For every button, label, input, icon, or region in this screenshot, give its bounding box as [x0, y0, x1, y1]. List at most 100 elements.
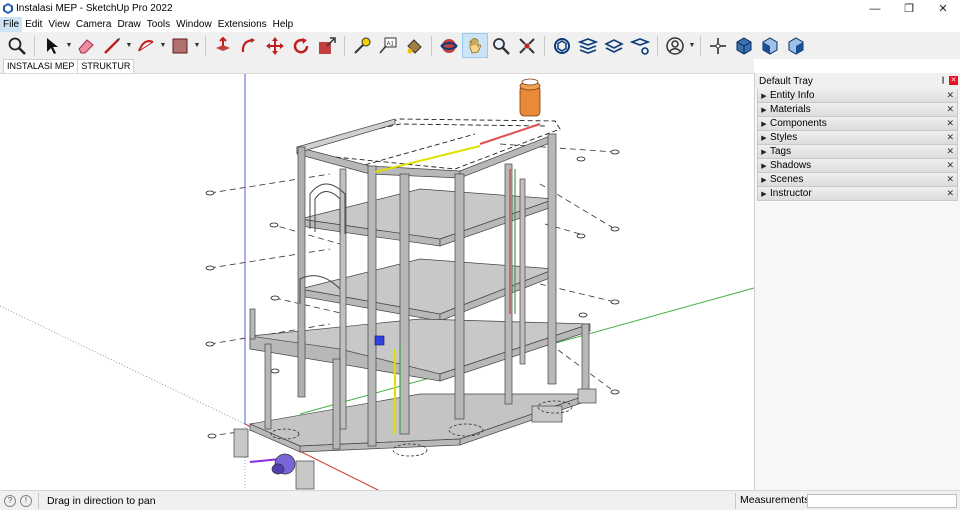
expand-arrow-icon: ▶ [761, 176, 767, 184]
minimize-button[interactable]: — [858, 0, 892, 17]
tape-measure-button[interactable] [349, 33, 375, 58]
tray-header: Default Tray ❙ ✕ [755, 73, 960, 89]
window-title: Instalasi MEP - SketchUp Pro 2022 [16, 3, 173, 14]
status-separator [38, 492, 39, 509]
panel-close-icon[interactable]: ✕ [946, 146, 954, 157]
zoom-window-icon [519, 37, 535, 54]
panel-entity-info[interactable]: ▶ Entity Info ✕ [757, 89, 958, 103]
menu-file[interactable]: File [0, 17, 23, 32]
panel-tags[interactable]: ▶ Tags ✕ [757, 145, 958, 159]
right-view-icon [788, 36, 804, 55]
toolbar-separator [344, 35, 345, 56]
zoom-window-button[interactable] [514, 33, 540, 58]
panel-close-icon[interactable]: ✕ [946, 160, 954, 171]
panel-components[interactable]: ▶ Components ✕ [757, 117, 958, 131]
panel-close-icon[interactable]: ✕ [946, 118, 954, 129]
svg-text:A1: A1 [387, 41, 395, 47]
expand-arrow-icon: ▶ [761, 148, 767, 156]
pan-button[interactable] [462, 33, 488, 58]
rotate-icon [293, 37, 309, 53]
tray-title: Default Tray [759, 75, 813, 87]
restore-button[interactable]: ❐ [892, 0, 926, 17]
menu-draw[interactable]: Draw [114, 17, 143, 32]
layout-button[interactable] [627, 33, 653, 58]
rotate-button[interactable] [288, 33, 314, 58]
arc-icon [138, 39, 154, 51]
rectangle-button[interactable] [167, 33, 193, 58]
iso-view-icon [736, 36, 752, 55]
panel-close-icon[interactable]: ✕ [946, 90, 954, 101]
panel-close-icon[interactable]: ✕ [946, 104, 954, 115]
right-view-button[interactable] [783, 33, 809, 58]
panel-materials[interactable]: ▶ Materials ✕ [757, 103, 958, 117]
profile-button[interactable] [662, 33, 688, 58]
menu-edit[interactable]: Edit [22, 17, 45, 32]
text-button[interactable]: A1 [375, 33, 401, 58]
panel-label: Entity Info [770, 90, 815, 101]
status-bar: ? ! Drag in direction to pan Measurement… [0, 490, 960, 510]
extension-warehouse-icon [604, 38, 624, 53]
geo-location-icon[interactable]: ? [4, 494, 16, 507]
panel-label: Components [770, 118, 827, 129]
panel-label: Styles [770, 132, 798, 143]
front-view-button[interactable] [757, 33, 783, 58]
menu-tools[interactable]: Tools [144, 17, 173, 32]
zoom-extents-button[interactable] [4, 33, 30, 58]
panel-shadows[interactable]: ▶ Shadows ✕ [757, 159, 958, 173]
panel-styles[interactable]: ▶ Styles ✕ [757, 131, 958, 145]
pump-unit [271, 453, 296, 475]
front-view-icon [762, 36, 778, 55]
layout-icon [630, 37, 650, 55]
model-viewport[interactable] [0, 73, 754, 490]
axes-button[interactable] [705, 33, 731, 58]
model-drawing[interactable] [0, 74, 754, 490]
layers-button[interactable] [575, 33, 601, 58]
paint-bucket-button[interactable] [401, 33, 427, 58]
offset-button[interactable] [236, 33, 262, 58]
select-caret[interactable]: ▼ [65, 33, 73, 58]
close-button[interactable]: ✕ [926, 0, 960, 17]
menu-window[interactable]: Window [173, 17, 215, 32]
credits-icon[interactable]: ! [20, 494, 32, 507]
arc-button[interactable] [133, 33, 159, 58]
pan-icon [469, 37, 481, 53]
profile-icon [666, 36, 684, 55]
zoom-button[interactable] [488, 33, 514, 58]
move-button[interactable] [262, 33, 288, 58]
tape-measure-icon [354, 37, 371, 54]
structure-frame [248, 118, 591, 453]
panel-close-icon[interactable]: ✕ [946, 174, 954, 185]
pin-icon[interactable]: ❙ [940, 76, 946, 84]
line-button[interactable] [99, 33, 125, 58]
menu-extensions[interactable]: Extensions [215, 17, 270, 32]
orbit-icon [440, 38, 458, 53]
axes-icon [710, 37, 726, 54]
eraser-button[interactable] [73, 33, 99, 58]
menu-help[interactable]: Help [270, 17, 297, 32]
arc-caret[interactable]: ▼ [159, 33, 167, 58]
panel-close-icon[interactable]: ✕ [946, 188, 954, 199]
panel-scenes[interactable]: ▶ Scenes ✕ [757, 173, 958, 187]
line-caret[interactable]: ▼ [125, 33, 133, 58]
panel-instructor[interactable]: ▶ Instructor ✕ [757, 187, 958, 201]
panel-close-icon[interactable]: ✕ [946, 132, 954, 143]
profile-caret[interactable]: ▼ [688, 33, 696, 58]
orbit-button[interactable] [436, 33, 462, 58]
3d-warehouse-button[interactable] [549, 33, 575, 58]
menu-camera[interactable]: Camera [73, 17, 115, 32]
panel-label: Materials [770, 104, 811, 115]
tray-close-icon[interactable]: ✕ [949, 76, 958, 85]
push-pull-button[interactable] [210, 33, 236, 58]
scene-tab-struktur[interactable]: STRUKTUR [78, 59, 135, 73]
rectangle-caret[interactable]: ▼ [193, 33, 201, 58]
status-message: Drag in direction to pan [47, 494, 156, 507]
select-button[interactable] [39, 33, 65, 58]
scene-tab-instalasi-mep[interactable]: INSTALASI MEP [3, 59, 79, 73]
scale-button[interactable] [314, 33, 340, 58]
iso-view-button[interactable] [731, 33, 757, 58]
measurements-label: Measurements [740, 494, 810, 506]
3d-warehouse-icon [554, 37, 570, 54]
measurements-input[interactable] [807, 494, 957, 508]
menu-view[interactable]: View [45, 17, 73, 32]
extension-warehouse-button[interactable] [601, 33, 627, 58]
